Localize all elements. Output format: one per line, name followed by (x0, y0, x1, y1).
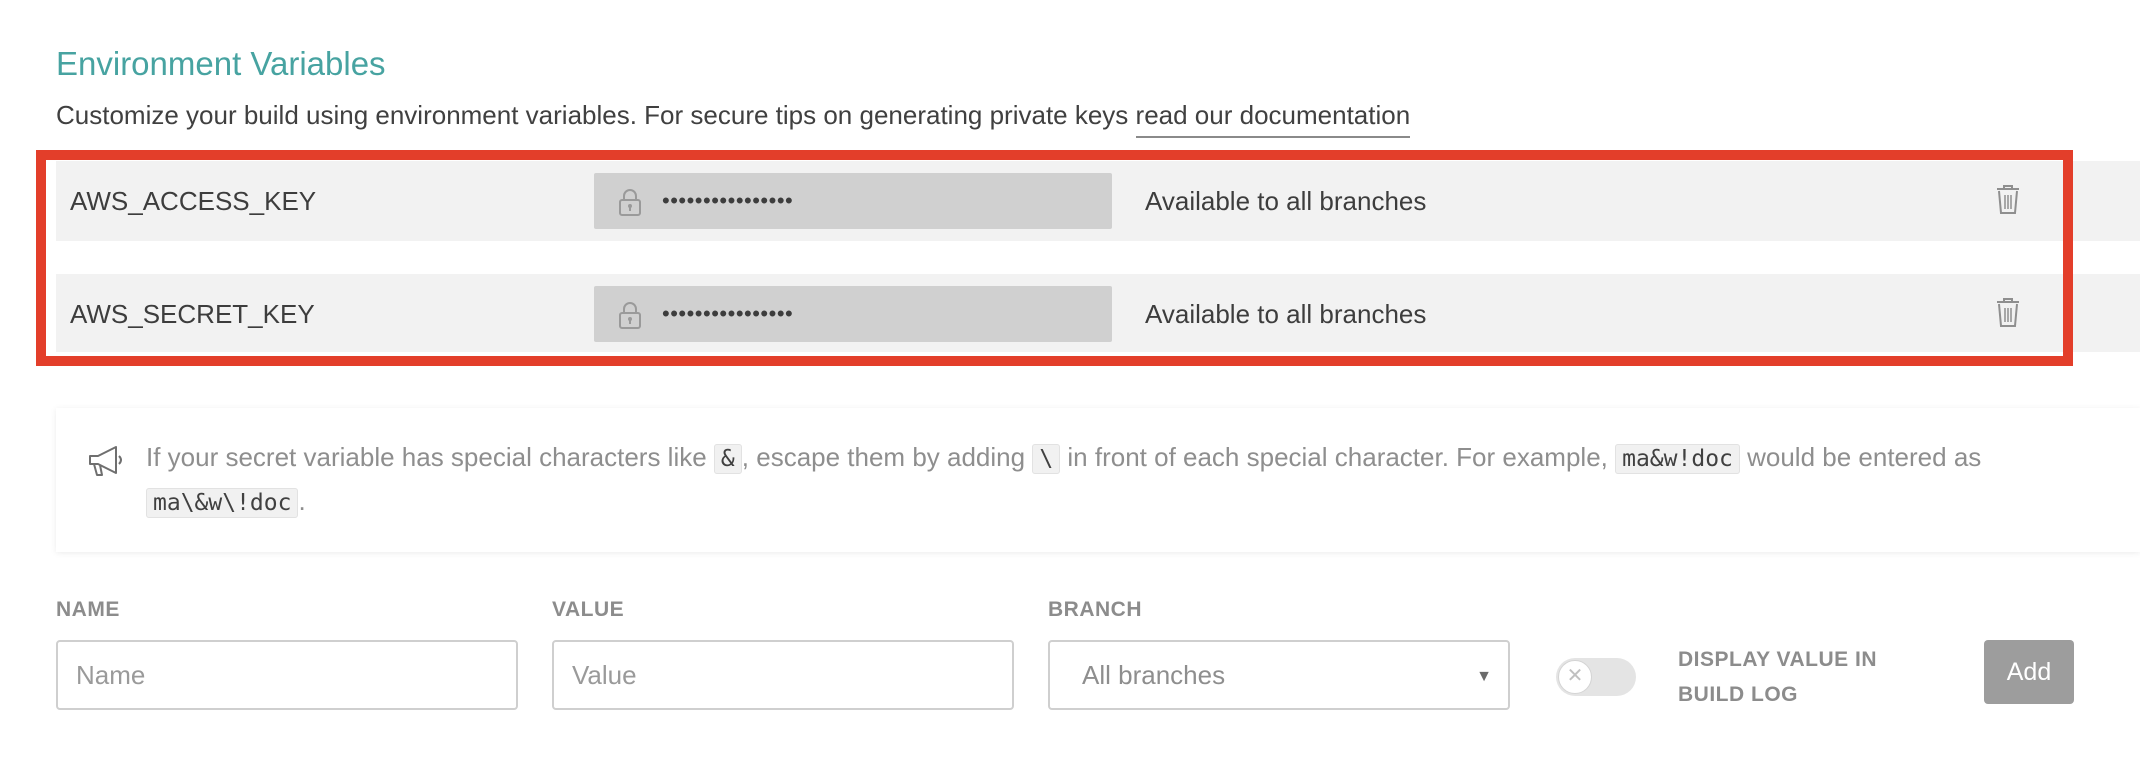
name-input[interactable] (56, 640, 518, 710)
megaphone-icon (89, 446, 122, 476)
branch-label: BRANCH (1048, 598, 1142, 621)
value-input[interactable] (552, 640, 1014, 710)
close-icon: ✕ (1558, 660, 1592, 694)
name-label: NAME (56, 598, 120, 621)
documentation-link[interactable]: read our documentation (1135, 100, 1411, 138)
branch-select-value: All branches (1082, 660, 1226, 690)
value-label: VALUE (552, 598, 625, 621)
section-title: Environment Variables (56, 45, 386, 83)
code-snippet: & (713, 444, 742, 474)
notice-text-part: If your secret variable has special char… (146, 442, 714, 472)
special-characters-notice: If your secret variable has special char… (56, 408, 2140, 552)
notice-text: If your secret variable has special char… (146, 436, 2106, 524)
description-text: Customize your build using environment v… (56, 100, 1136, 130)
notice-text-part: in front of each special character. For … (1060, 442, 1616, 472)
display-value-toggle[interactable]: ✕ (1556, 658, 1636, 696)
code-snippet: \ (1032, 444, 1061, 474)
code-snippet: ma&w!doc (1615, 444, 1740, 474)
branch-select[interactable]: All branches ▼ (1048, 640, 1510, 710)
display-value-label: DISPLAY VALUE IN BUILD LOG (1678, 648, 1877, 706)
notice-text-part: , escape them by adding (741, 442, 1033, 472)
highlight-box (36, 150, 2073, 366)
add-button[interactable]: Add (1984, 640, 2074, 704)
notice-text-part: . (298, 486, 306, 516)
code-snippet: ma\&w\!doc (146, 488, 299, 518)
section-description: Customize your build using environment v… (56, 100, 1411, 138)
notice-text-part: would be entered as (1739, 442, 1982, 472)
caret-down-icon: ▼ (1476, 668, 1492, 685)
